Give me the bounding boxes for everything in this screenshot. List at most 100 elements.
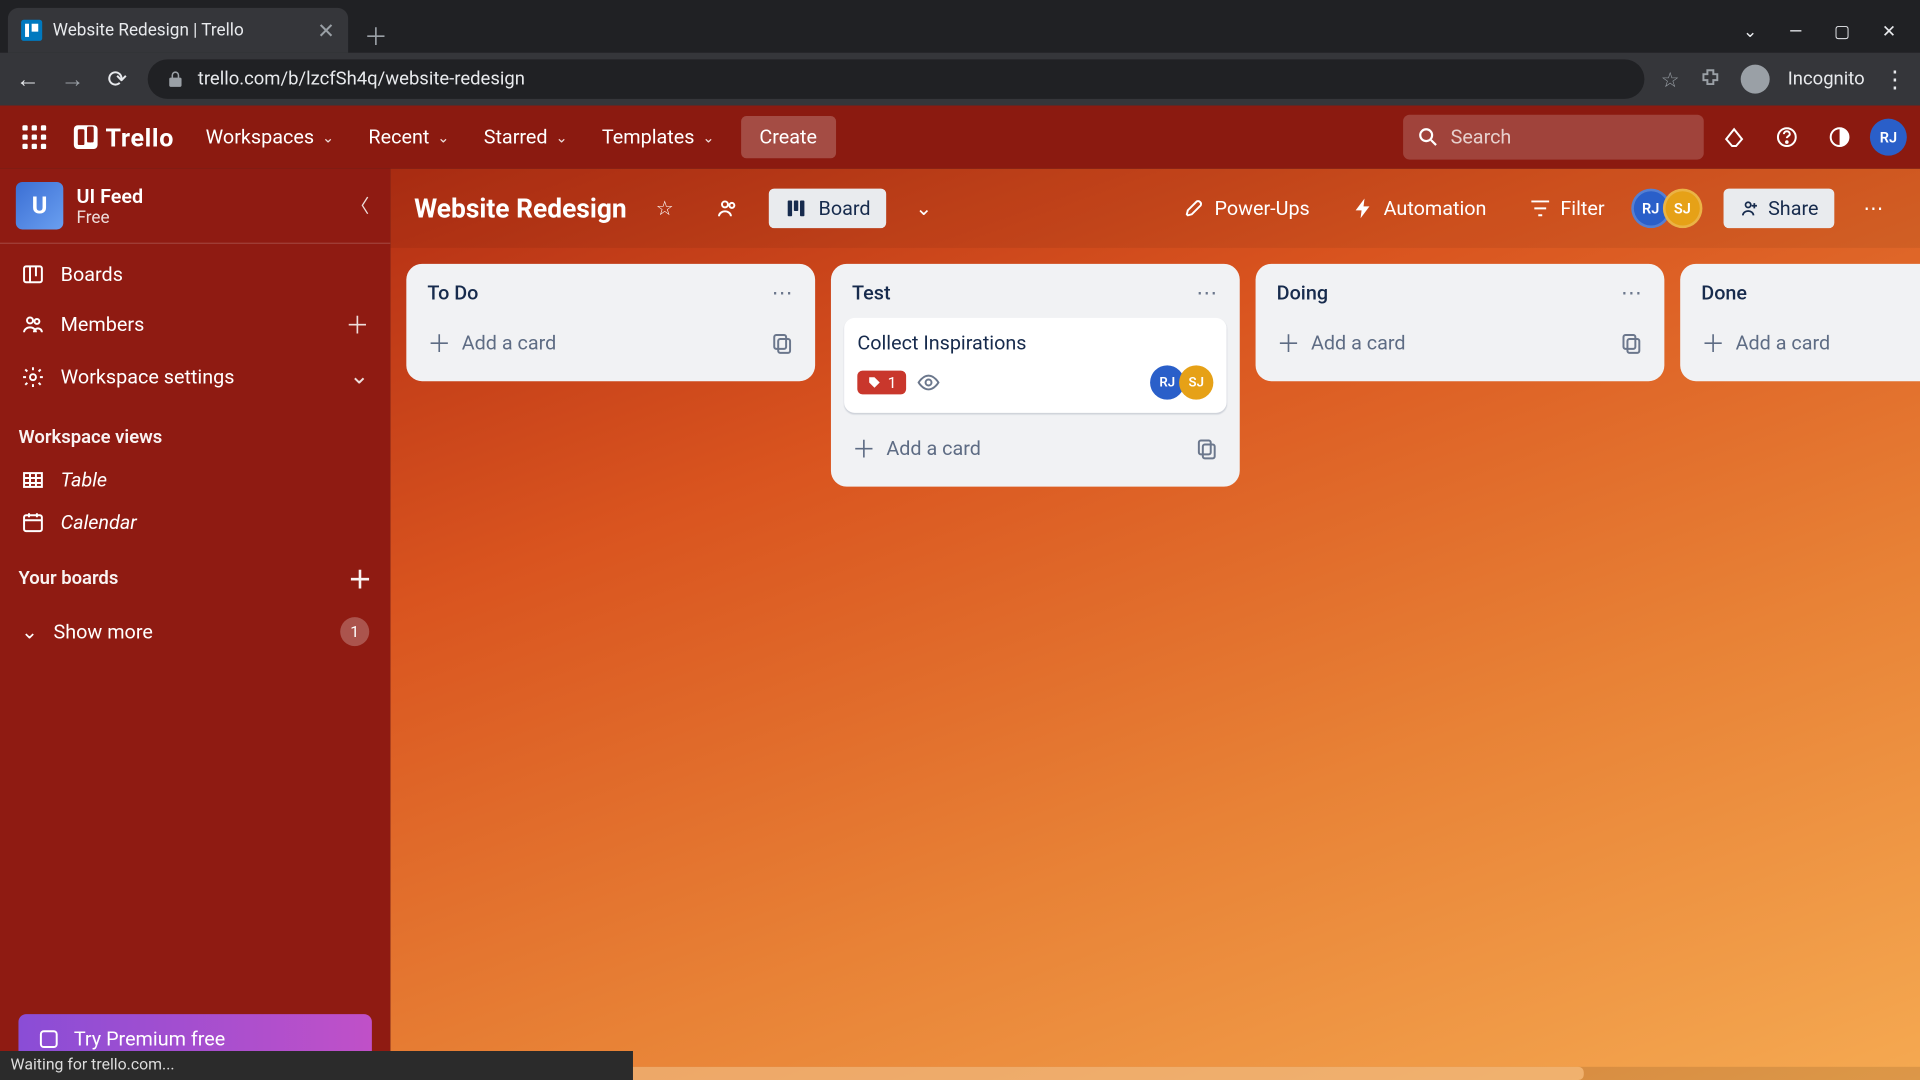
calendar-icon [21, 510, 45, 534]
add-card-label: Add a card [1735, 331, 1830, 355]
create-button[interactable]: Create [741, 116, 836, 158]
help-icon[interactable] [1764, 115, 1809, 160]
add-board-icon[interactable]: ＋ [348, 562, 372, 596]
view-dropdown-button[interactable]: ⌄ [902, 189, 945, 229]
button-label: Filter [1560, 196, 1604, 220]
nav-templates[interactable]: Templates⌄ [589, 117, 728, 157]
template-icon[interactable] [770, 331, 794, 355]
tab-close-icon[interactable]: ✕ [317, 18, 335, 43]
nav-starred[interactable]: Starred⌄ [471, 117, 581, 157]
sidebar-item-boards[interactable]: Boards [0, 252, 390, 297]
app-switcher-button[interactable] [13, 116, 55, 158]
browser-tab[interactable]: Website Redesign | Trello ✕ [8, 8, 348, 53]
list[interactable]: To Do⋯ ＋Add a card [406, 264, 815, 381]
sidebar-view-table[interactable]: Table [0, 459, 390, 501]
window-controls: ⌄ — ▢ ✕ [1743, 22, 1920, 52]
show-more-button[interactable]: ⌄ Show more 1 [0, 607, 390, 657]
board-menu-button[interactable]: ⋯ [1850, 189, 1896, 229]
sidebar-item-settings[interactable]: Workspace settings ⌄ [0, 352, 390, 401]
card-title: Collect Inspirations [857, 331, 1213, 355]
browser-status-bar: Waiting for trello.com... [0, 1051, 633, 1080]
workspace-visibility-button[interactable] [702, 189, 752, 229]
search-input[interactable] [1451, 125, 1691, 149]
automation-button[interactable]: Automation [1339, 189, 1500, 229]
add-member-icon[interactable]: ＋ [345, 307, 369, 341]
trello-logo-icon [74, 125, 98, 149]
label-badge[interactable]: 1 [857, 371, 905, 395]
table-icon [21, 468, 45, 492]
new-tab-button[interactable]: ＋ [348, 18, 403, 52]
add-card-button[interactable]: ＋Add a card [1693, 318, 1920, 368]
list-title[interactable]: Done [1701, 280, 1920, 304]
collapse-sidebar-button[interactable]: 〈 [345, 187, 374, 224]
people-icon [716, 196, 740, 220]
nav-workspaces[interactable]: Workspaces ⌄ [192, 117, 347, 157]
browser-menu-icon[interactable]: ⋮ [1883, 65, 1907, 93]
nav-label: Workspaces [206, 125, 314, 149]
list-menu-icon[interactable]: ⋯ [1196, 280, 1218, 305]
list-menu-icon[interactable]: ⋯ [1621, 280, 1643, 305]
bookmark-star-icon[interactable]: ☆ [1661, 67, 1680, 92]
card[interactable]: Collect Inspirations1RJSJ [844, 318, 1226, 413]
nav-label: Templates [602, 125, 695, 149]
close-window-icon[interactable]: ✕ [1882, 22, 1896, 42]
browser-titlebar: Website Redesign | Trello ✕ ＋ ⌄ — ▢ ✕ [0, 0, 1920, 53]
sidebar-item-members[interactable]: Members ＋ [0, 297, 390, 352]
watching-icon [916, 371, 940, 395]
template-icon[interactable] [1195, 436, 1219, 460]
chevron-down-icon: ⌄ [555, 129, 567, 146]
url-bar[interactable]: trello.com/b/lzcfSh4q/website-redesign [148, 59, 1645, 99]
incognito-icon[interactable] [1740, 65, 1769, 94]
sidebar-item-label: Members [61, 313, 145, 337]
minimize-icon[interactable]: — [1789, 22, 1802, 42]
workspace-name: UI Feed [76, 184, 332, 208]
add-card-button[interactable]: ＋Add a card [844, 423, 1226, 473]
template-icon[interactable] [1619, 331, 1643, 355]
browser-address-bar: ← → ⟳ trello.com/b/lzcfSh4q/website-rede… [0, 53, 1920, 106]
list-title[interactable]: To Do [427, 280, 771, 304]
list-title[interactable]: Doing [1277, 280, 1621, 304]
workspace-plan: Free [76, 208, 332, 228]
plus-icon: ＋ [1277, 326, 1301, 360]
list[interactable]: Test⋯Collect Inspirations1RJSJ＋Add a car… [831, 264, 1240, 487]
add-card-button[interactable]: ＋Add a card [1269, 318, 1651, 368]
list[interactable]: Done⋯＋Add a card [1680, 264, 1920, 381]
board-member-avatar[interactable]: SJ [1663, 189, 1703, 229]
search-box[interactable] [1403, 115, 1704, 160]
trello-logo[interactable]: Trello [63, 122, 184, 152]
nav-recent[interactable]: Recent⌄ [355, 117, 462, 157]
chevron-down-icon: ⌄ [322, 129, 334, 146]
maximize-icon[interactable]: ▢ [1834, 22, 1850, 42]
power-ups-button[interactable]: Power-Ups [1170, 189, 1323, 229]
reload-button[interactable]: ⟳ [103, 65, 132, 93]
extensions-icon[interactable] [1698, 67, 1722, 91]
share-button[interactable]: Share [1723, 189, 1834, 229]
tabs-dropdown-icon[interactable]: ⌄ [1743, 22, 1757, 42]
tab-title: Website Redesign | Trello [53, 20, 307, 40]
list-title[interactable]: Test [852, 280, 1196, 304]
trello-logo-text: Trello [105, 122, 174, 152]
forward-button[interactable]: → [58, 65, 87, 93]
premium-icon [37, 1027, 61, 1051]
list[interactable]: Doing⋯ ＋Add a card [1255, 264, 1664, 381]
board-title[interactable]: Website Redesign [414, 193, 627, 225]
sidebar-view-calendar[interactable]: Calendar [0, 501, 390, 543]
lists-container[interactable]: To Do⋯＋Add a cardTest⋯Collect Inspiratio… [390, 248, 1920, 1080]
filter-button[interactable]: Filter [1515, 189, 1617, 229]
back-button[interactable]: ← [13, 65, 42, 93]
star-board-button[interactable]: ☆ [643, 189, 687, 229]
incognito-label: Incognito [1788, 69, 1865, 90]
add-card-button[interactable]: ＋Add a card [419, 318, 801, 368]
board-view-switcher[interactable]: Board [768, 189, 886, 229]
board-header: Website Redesign ☆ Board ⌄ Power-Ups Aut… [390, 169, 1920, 248]
lock-icon [166, 70, 184, 88]
filter-icon [1529, 196, 1553, 220]
notifications-icon[interactable] [1712, 115, 1757, 160]
list-menu-icon[interactable]: ⋯ [771, 280, 793, 305]
account-avatar[interactable]: RJ [1870, 119, 1907, 156]
theme-icon[interactable] [1817, 115, 1862, 160]
show-more-count: 1 [340, 617, 369, 646]
premium-label: Try Premium free [74, 1027, 225, 1051]
chevron-down-icon[interactable]: ⌄ [349, 363, 369, 391]
card-member-avatar[interactable]: SJ [1179, 365, 1213, 399]
